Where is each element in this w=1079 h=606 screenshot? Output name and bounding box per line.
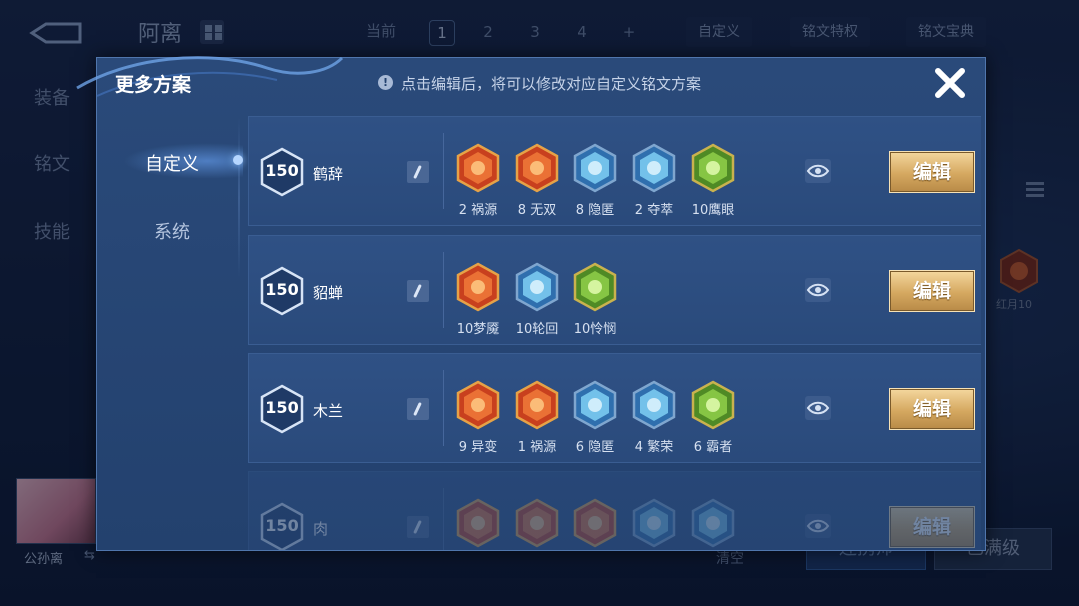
plan-name: 木兰 (313, 402, 344, 420)
rune-label: 10鹰眼 (691, 203, 735, 218)
level-value: 150 (265, 398, 299, 417)
plan-row: 150 肉 编辑 (248, 471, 981, 550)
level-value: 150 (265, 280, 299, 299)
rune-red-flower-icon (455, 262, 501, 312)
rename-pencil-icon[interactable] (407, 280, 429, 302)
tab-system[interactable]: 系统 (97, 218, 247, 244)
rune-label: 1 祸源 (517, 440, 557, 455)
plan-row: 150 木兰 9 异变 1 祸源 6 隐匿 4 繁荣 6 霸者 编辑 (248, 353, 981, 463)
rune-blue-swirl-icon (514, 262, 560, 312)
rune-red-hex-icon (514, 498, 560, 548)
edit-button[interactable]: 编辑 (889, 151, 975, 193)
plan-name: 肉 (313, 520, 329, 538)
rune-label: 10轮回 (515, 322, 559, 337)
rename-pencil-icon[interactable] (407, 516, 429, 538)
rune-red-scroll-icon (514, 380, 560, 430)
row-divider (443, 488, 444, 550)
rune-blue-knot-icon (631, 143, 677, 193)
edit-button[interactable]: 编辑 (889, 388, 975, 430)
rune-label: 9 异变 (458, 440, 498, 455)
rune-green-shield-icon (690, 380, 736, 430)
preview-eye-icon[interactable] (805, 159, 831, 183)
preview-eye-icon[interactable] (805, 514, 831, 538)
rune-label: 8 无双 (517, 203, 557, 218)
row-divider (443, 133, 444, 209)
rune-label: 10怜悯 (573, 322, 617, 337)
modal-title: 更多方案 (115, 74, 192, 96)
rune-green-star-icon (572, 262, 618, 312)
row-divider (443, 370, 444, 446)
rune-red-hex-icon (514, 143, 560, 193)
row-divider (443, 252, 444, 328)
swirl-decoration-icon (76, 56, 344, 97)
info-icon: ! (378, 75, 393, 90)
rune-blue-flame-icon (572, 143, 618, 193)
plan-row: 150 鹤辞 2 祸源 8 无双 8 隐匿 2 夺萃 10鹰眼 编辑 (248, 116, 981, 226)
rune-red-flower-icon (455, 498, 501, 548)
rune-label: 2 祸源 (458, 203, 498, 218)
rune-label: 4 繁荣 (634, 440, 674, 455)
rune-label: 6 隐匿 (575, 440, 615, 455)
plan-list[interactable]: 150 鹤辞 2 祸源 8 无双 8 隐匿 2 夺萃 10鹰眼 编辑 150 貂蝉 10梦魇 10轮回… (248, 116, 981, 550)
rune-green-clover-icon (690, 143, 736, 193)
rune-blue-flame-icon (572, 380, 618, 430)
rename-pencil-icon[interactable] (407, 161, 429, 183)
rune-red-shield-icon (455, 380, 501, 430)
side-divider (238, 118, 240, 278)
more-plans-modal: 更多方案 ! 点击编辑后，将可以修改对应自定义铭文方案 自定义 系统 150 鹤辞… (76, 56, 986, 551)
plan-name: 貂蝉 (313, 284, 344, 302)
level-value: 150 (265, 516, 299, 535)
edit-button[interactable]: 编辑 (889, 506, 975, 548)
preview-eye-icon[interactable] (805, 278, 831, 302)
rune-blue-knot-icon (631, 498, 677, 548)
level-value: 150 (265, 161, 299, 180)
rune-label: 6 霸者 (693, 440, 733, 455)
tab-custom[interactable]: 自定义 (97, 150, 247, 176)
rune-red-scroll-icon (572, 498, 618, 548)
close-icon[interactable] (931, 64, 969, 102)
plan-row: 150 貂蝉 10梦魇 10轮回 10怜悯 编辑 (248, 235, 981, 345)
plan-name: 鹤辞 (313, 165, 344, 183)
preview-eye-icon[interactable] (805, 396, 831, 420)
modal-hint: 点击编辑后，将可以修改对应自定义铭文方案 (401, 75, 702, 93)
rename-pencil-icon[interactable] (407, 398, 429, 420)
rune-blue-star-icon (631, 380, 677, 430)
rune-red-scroll-icon (455, 143, 501, 193)
rune-label: 8 隐匿 (575, 203, 615, 218)
rune-label: 10梦魇 (456, 322, 500, 337)
rune-blue-star-icon (690, 498, 736, 548)
rune-label: 2 夺萃 (634, 203, 674, 218)
edit-button[interactable]: 编辑 (889, 270, 975, 312)
